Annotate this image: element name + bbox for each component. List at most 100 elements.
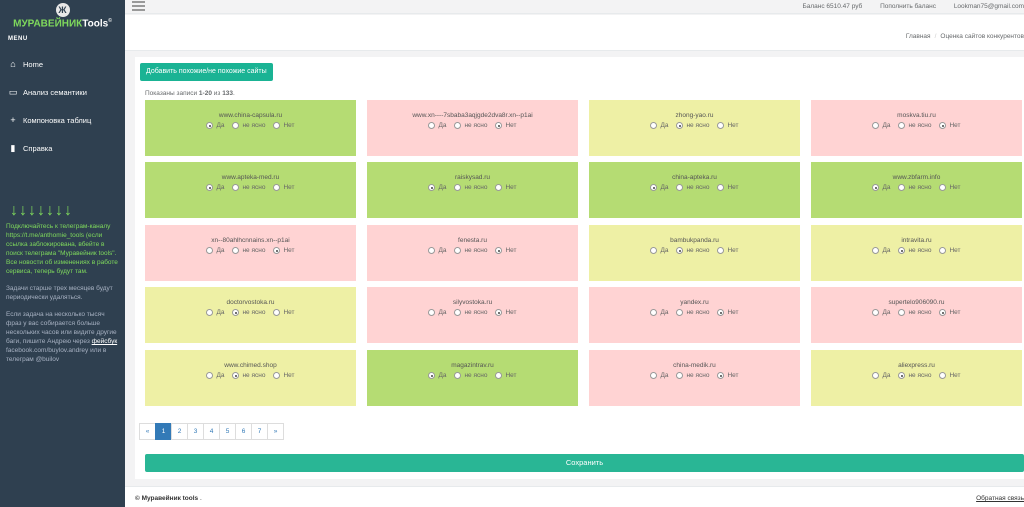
- radio-button[interactable]: [232, 309, 240, 316]
- radio-button[interactable]: [676, 184, 684, 191]
- radio-button[interactable]: [939, 122, 947, 129]
- topup-link[interactable]: Пополнить баланс: [880, 3, 936, 10]
- radio-button[interactable]: [872, 247, 880, 254]
- radio-button[interactable]: [454, 309, 462, 316]
- save-button[interactable]: Сохранить: [145, 454, 1024, 472]
- radio-button[interactable]: [650, 184, 658, 191]
- rating-option-2[interactable]: Нет: [273, 247, 295, 254]
- radio-button[interactable]: [454, 122, 462, 129]
- page-button[interactable]: 5: [219, 423, 236, 440]
- radio-button[interactable]: [898, 372, 906, 379]
- rating-option-0[interactable]: Да: [206, 247, 224, 254]
- facebook-link[interactable]: фейсбук: [92, 338, 118, 345]
- feedback-link[interactable]: Обратная связь: [976, 495, 1024, 502]
- radio-button[interactable]: [872, 372, 880, 379]
- page-button[interactable]: 6: [235, 423, 252, 440]
- rating-option-1[interactable]: не ясно: [676, 247, 709, 254]
- page-button[interactable]: »: [267, 423, 284, 440]
- rating-option-1[interactable]: не ясно: [454, 184, 487, 191]
- rating-option-1[interactable]: не ясно: [232, 372, 265, 379]
- radio-button[interactable]: [232, 184, 240, 191]
- rating-option-0[interactable]: Да: [650, 122, 668, 129]
- page-button[interactable]: 4: [203, 423, 220, 440]
- rating-option-2[interactable]: Нет: [273, 372, 295, 379]
- rating-option-0[interactable]: Да: [428, 309, 446, 316]
- sidebar-item-2[interactable]: + Компоновка таблиц: [0, 106, 125, 134]
- rating-option-1[interactable]: не ясно: [898, 309, 931, 316]
- page-button[interactable]: 7: [251, 423, 268, 440]
- rating-option-0[interactable]: Да: [650, 247, 668, 254]
- rating-option-1[interactable]: не ясно: [454, 247, 487, 254]
- radio-button[interactable]: [650, 247, 658, 254]
- radio-button[interactable]: [650, 122, 658, 129]
- radio-button[interactable]: [898, 184, 906, 191]
- rating-option-2[interactable]: Нет: [495, 372, 517, 379]
- radio-button[interactable]: [939, 372, 947, 379]
- rating-option-0[interactable]: Да: [650, 309, 668, 316]
- page-button[interactable]: 2: [171, 423, 188, 440]
- rating-option-0[interactable]: Да: [428, 122, 446, 129]
- radio-button[interactable]: [898, 247, 906, 254]
- rating-option-1[interactable]: не ясно: [232, 122, 265, 129]
- rating-option-1[interactable]: не ясно: [898, 372, 931, 379]
- rating-option-2[interactable]: Нет: [495, 122, 517, 129]
- user-email[interactable]: Lookman75@gmail.com: [954, 3, 1024, 10]
- rating-option-1[interactable]: не ясно: [454, 122, 487, 129]
- page-button[interactable]: 3: [187, 423, 204, 440]
- rating-option-1[interactable]: не ясно: [898, 122, 931, 129]
- rating-option-1[interactable]: не ясно: [676, 122, 709, 129]
- rating-option-1[interactable]: не ясно: [676, 372, 709, 379]
- rating-option-0[interactable]: Да: [872, 309, 890, 316]
- radio-button[interactable]: [428, 309, 436, 316]
- radio-button[interactable]: [206, 122, 214, 129]
- radio-button[interactable]: [232, 372, 240, 379]
- rating-option-1[interactable]: не ясно: [454, 309, 487, 316]
- rating-option-2[interactable]: Нет: [939, 309, 961, 316]
- radio-button[interactable]: [206, 372, 214, 379]
- logo[interactable]: Ж МУРАВЕЙНИКTools©: [0, 0, 125, 40]
- radio-button[interactable]: [495, 184, 503, 191]
- radio-button[interactable]: [428, 372, 436, 379]
- radio-button[interactable]: [273, 247, 281, 254]
- rating-option-0[interactable]: Да: [428, 184, 446, 191]
- radio-button[interactable]: [898, 122, 906, 129]
- radio-button[interactable]: [495, 309, 503, 316]
- radio-button[interactable]: [676, 247, 684, 254]
- rating-option-0[interactable]: Да: [428, 372, 446, 379]
- page-button[interactable]: «: [139, 423, 156, 440]
- rating-option-0[interactable]: Да: [206, 309, 224, 316]
- menu-toggle-icon[interactable]: [132, 1, 145, 11]
- radio-button[interactable]: [428, 122, 436, 129]
- radio-button[interactable]: [676, 309, 684, 316]
- radio-button[interactable]: [428, 247, 436, 254]
- sidebar-item-1[interactable]: ▭ Анализ семантики: [0, 78, 125, 106]
- radio-button[interactable]: [872, 184, 880, 191]
- rating-option-1[interactable]: не ясно: [676, 309, 709, 316]
- rating-option-1[interactable]: не ясно: [232, 247, 265, 254]
- rating-option-2[interactable]: Нет: [495, 184, 517, 191]
- rating-option-0[interactable]: Да: [650, 184, 668, 191]
- rating-option-0[interactable]: Да: [206, 184, 224, 191]
- breadcrumb-home[interactable]: Главная: [906, 33, 931, 40]
- radio-button[interactable]: [939, 309, 947, 316]
- radio-button[interactable]: [428, 184, 436, 191]
- radio-button[interactable]: [872, 122, 880, 129]
- rating-option-0[interactable]: Да: [872, 247, 890, 254]
- rating-option-2[interactable]: Нет: [717, 122, 739, 129]
- radio-button[interactable]: [717, 309, 725, 316]
- radio-button[interactable]: [273, 372, 281, 379]
- radio-button[interactable]: [273, 184, 281, 191]
- radio-button[interactable]: [495, 247, 503, 254]
- rating-option-1[interactable]: не ясно: [454, 372, 487, 379]
- add-similar-sites-button[interactable]: Добавить похожие/не похожие сайты: [140, 63, 273, 81]
- radio-button[interactable]: [939, 247, 947, 254]
- rating-option-2[interactable]: Нет: [939, 184, 961, 191]
- rating-option-1[interactable]: не ясно: [898, 247, 931, 254]
- radio-button[interactable]: [650, 372, 658, 379]
- radio-button[interactable]: [872, 309, 880, 316]
- sidebar-item-0[interactable]: ⌂ Home: [0, 50, 125, 78]
- radio-button[interactable]: [717, 122, 725, 129]
- radio-button[interactable]: [232, 247, 240, 254]
- rating-option-0[interactable]: Да: [650, 372, 668, 379]
- radio-button[interactable]: [717, 247, 725, 254]
